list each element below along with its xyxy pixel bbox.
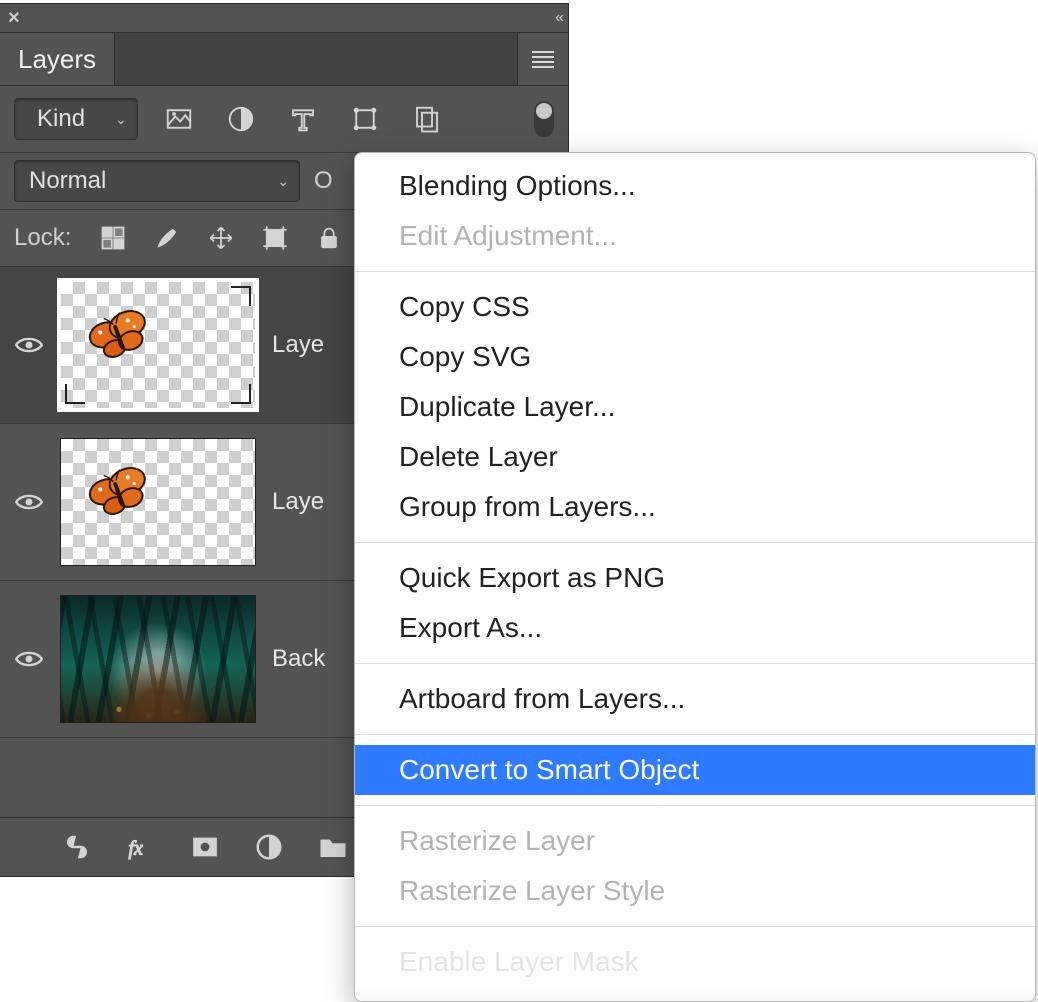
lock-paint-icon[interactable]	[151, 222, 183, 254]
lock-transparency-icon[interactable]	[97, 222, 129, 254]
filter-adjustment-icon[interactable]	[224, 102, 258, 136]
layer-name[interactable]: Back	[272, 645, 325, 673]
butterfly-icon	[85, 310, 155, 364]
ctx-copy-css[interactable]: Copy CSS	[355, 282, 1035, 332]
layer-thumbnail[interactable]	[60, 595, 256, 723]
group-icon[interactable]	[316, 830, 350, 864]
filter-type-icon[interactable]	[286, 102, 320, 136]
filter-kind-dropdown[interactable]: Kind ⌄	[14, 98, 138, 140]
layer-name[interactable]: Laye	[272, 331, 324, 359]
ctx-duplicate-layer[interactable]: Duplicate Layer...	[355, 382, 1035, 432]
panel-tabs: Layers	[0, 32, 568, 86]
layer-mask-icon[interactable]	[188, 830, 222, 864]
chevron-down-icon: ⌄	[115, 111, 127, 128]
filter-toggle[interactable]	[534, 101, 554, 137]
blend-mode-value: Normal	[29, 167, 106, 195]
tab-label: Layers	[18, 44, 96, 75]
layer-context-menu: Blending Options... Edit Adjustment... C…	[354, 152, 1036, 1002]
butterfly-icon	[85, 467, 155, 521]
blend-mode-dropdown[interactable]: Normal ⌄	[14, 160, 300, 202]
ctx-rasterize-layer: Rasterize Layer	[355, 816, 1035, 866]
ctx-blending-options[interactable]: Blending Options...	[355, 161, 1035, 211]
chevron-down-icon: ⌄	[277, 173, 289, 190]
tab-area	[115, 33, 517, 85]
layer-thumbnail[interactable]	[60, 438, 256, 566]
ctx-enable-layer-mask: Enable Layer Mask	[355, 937, 1035, 987]
menu-separator	[355, 926, 1035, 927]
opacity-label-fragment: O	[314, 167, 333, 195]
filter-smartobject-icon[interactable]	[410, 102, 444, 136]
filter-pixel-icon[interactable]	[162, 102, 196, 136]
visibility-eye-icon[interactable]	[14, 330, 44, 360]
layer-thumbnail[interactable]	[60, 281, 256, 409]
ctx-delete-layer[interactable]: Delete Layer	[355, 432, 1035, 482]
close-icon[interactable]: ×	[0, 5, 28, 32]
menu-separator	[355, 663, 1035, 664]
filter-type-icons	[162, 102, 444, 136]
ctx-group-from-layers[interactable]: Group from Layers...	[355, 482, 1035, 532]
ctx-artboard-from-layers[interactable]: Artboard from Layers...	[355, 674, 1035, 724]
lock-label: Lock:	[14, 224, 71, 252]
visibility-eye-icon[interactable]	[14, 487, 44, 517]
tab-layers[interactable]: Layers	[0, 33, 115, 85]
panel-topbar: × «	[0, 4, 568, 32]
visibility-eye-icon[interactable]	[14, 644, 44, 674]
forest-image	[61, 596, 255, 722]
menu-fade	[355, 987, 1035, 1001]
collapse-icon[interactable]: «	[545, 9, 568, 27]
layer-effects-icon[interactable]: fx	[124, 830, 158, 864]
ctx-convert-smart-object[interactable]: Convert to Smart Object	[355, 745, 1035, 795]
svg-text:fx: fx	[129, 838, 144, 860]
lock-position-icon[interactable]	[205, 222, 237, 254]
layer-name[interactable]: Laye	[272, 488, 324, 516]
filter-shape-icon[interactable]	[348, 102, 382, 136]
ctx-export-as[interactable]: Export As...	[355, 603, 1035, 653]
ctx-quick-export-png[interactable]: Quick Export as PNG	[355, 553, 1035, 603]
menu-separator	[355, 734, 1035, 735]
ctx-edit-adjustment: Edit Adjustment...	[355, 211, 1035, 261]
link-layers-icon[interactable]	[60, 830, 94, 864]
menu-separator	[355, 542, 1035, 543]
panel-menu-icon[interactable]	[517, 33, 568, 85]
ctx-copy-svg[interactable]: Copy SVG	[355, 332, 1035, 382]
filter-bar: Kind ⌄	[0, 86, 568, 153]
menu-separator	[355, 271, 1035, 272]
menu-separator	[355, 805, 1035, 806]
lock-artboard-icon[interactable]	[259, 222, 291, 254]
ctx-rasterize-layer-style: Rasterize Layer Style	[355, 866, 1035, 916]
adjustment-layer-icon[interactable]	[252, 830, 286, 864]
lock-all-icon[interactable]	[313, 222, 345, 254]
filter-kind-label: Kind	[37, 105, 85, 133]
